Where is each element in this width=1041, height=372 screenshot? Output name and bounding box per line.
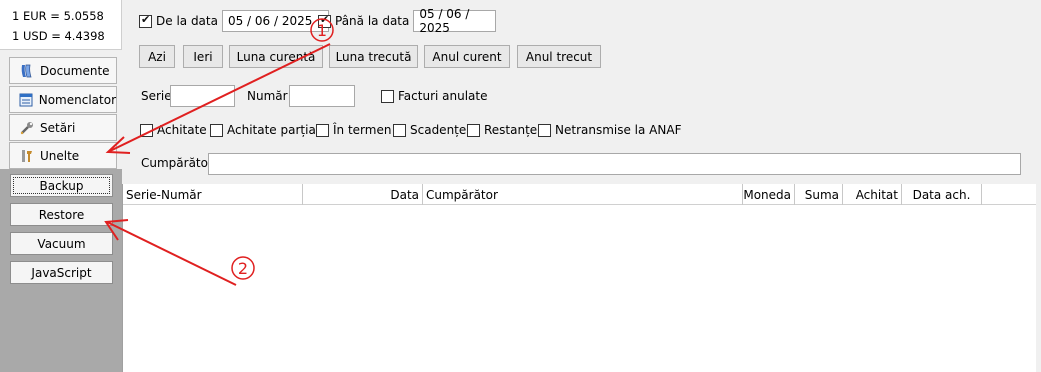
status-partial: Achitate parțial — [210, 123, 319, 137]
anulate-label: Facturi anulate — [398, 89, 488, 103]
table-header: Serie-Număr Data Cumpărător Moneda Suma … — [123, 184, 1037, 205]
eur-rate: 1 EUR = 5.0558 — [12, 9, 104, 23]
sidebar-item-label: Nomenclator — [38, 92, 116, 107]
buyer-label: Cumpărător — [141, 156, 213, 170]
partial-label: Achitate parțial — [227, 123, 320, 137]
backup-button[interactable]: Backup — [10, 174, 113, 197]
col-data-ach[interactable]: Data ach. — [902, 184, 982, 205]
termen-checkbox[interactable] — [316, 123, 329, 137]
status-anaf: Netransmise la ANAF — [538, 123, 681, 137]
anaf-checkbox[interactable] — [538, 123, 551, 137]
restante-label: Restanțe — [484, 123, 538, 137]
col-serie-numar[interactable]: Serie-Număr — [123, 184, 303, 205]
javascript-button[interactable]: JavaScript — [10, 261, 113, 284]
current-month-button[interactable]: Luna curentă — [229, 45, 323, 68]
to-date-label: Până la data — [335, 14, 410, 28]
col-cumparator[interactable]: Cumpărător — [423, 184, 743, 205]
anaf-label: Netransmise la ANAF — [555, 123, 682, 137]
today-button[interactable]: Azi — [139, 45, 175, 68]
last-month-button[interactable]: Luna trecută — [329, 45, 418, 68]
sidebar-item-nomenclator[interactable]: Nomenclator — [9, 86, 117, 113]
usd-rate: 1 USD = 4.4398 — [12, 29, 105, 43]
from-date-group: De la data 05 / 06 / 2025 — [139, 10, 329, 32]
partial-checkbox[interactable] — [210, 123, 223, 137]
anulate-group: Facturi anulate — [381, 89, 487, 103]
buyer-input[interactable] — [208, 153, 1021, 175]
restore-button[interactable]: Restore — [10, 203, 113, 226]
restante-checkbox[interactable] — [467, 123, 480, 137]
achitate-checkbox[interactable] — [140, 123, 153, 137]
col-suma[interactable]: Suma — [795, 184, 843, 205]
to-date-group: Până la data 05 / 06 / 2025 — [318, 7, 497, 35]
to-date-checkbox[interactable] — [318, 13, 331, 28]
sidebar-item-setari[interactable]: Setări — [9, 114, 117, 141]
numar-input[interactable] — [289, 85, 355, 107]
from-date-label: De la data — [156, 14, 218, 28]
status-restante: Restanțe — [467, 123, 537, 137]
exchange-rates: 1 EUR = 5.0558 1 USD = 4.4398 — [0, 0, 122, 50]
sidebar-item-label: Setări — [40, 120, 76, 135]
tools-icon — [18, 147, 36, 165]
achitate-label: Achitate — [157, 123, 207, 137]
window-edge — [1036, 0, 1041, 372]
documents-icon — [18, 62, 36, 80]
vacuum-button[interactable]: Vacuum — [10, 232, 113, 255]
to-date-field[interactable]: 05 / 06 / 2025 — [413, 7, 497, 35]
col-moneda[interactable]: Moneda — [743, 184, 795, 205]
status-termen: În termen — [316, 123, 391, 137]
serie-input[interactable] — [170, 85, 235, 107]
main-panel: De la data 05 / 06 / 2025 Până la data 0… — [122, 0, 1041, 372]
anulate-checkbox[interactable] — [381, 89, 394, 103]
sidebar-item-label: Documente — [40, 63, 110, 78]
last-year-button[interactable]: Anul trecut — [517, 45, 601, 68]
col-filler — [982, 184, 1037, 205]
sidebar-item-label: Unelte — [40, 148, 80, 163]
status-scadente: Scadențe — [393, 123, 466, 137]
yesterday-button[interactable]: Ieri — [183, 45, 223, 68]
sidebar-item-documente[interactable]: Documente — [9, 57, 117, 84]
sidebar: 1 EUR = 5.0558 1 USD = 4.4398 Documente … — [0, 0, 122, 372]
current-year-button[interactable]: Anul curent — [424, 45, 510, 68]
scadente-checkbox[interactable] — [393, 123, 406, 137]
tools-panel: Backup Restore Vacuum JavaScript — [0, 169, 122, 372]
from-date-checkbox[interactable] — [139, 13, 152, 28]
from-date-field[interactable]: 05 / 06 / 2025 — [221, 10, 329, 32]
status-achitate: Achitate — [140, 123, 207, 137]
sidebar-item-unelte[interactable]: Unelte — [9, 142, 117, 169]
invoice-table[interactable]: Serie-Număr Data Cumpărător Moneda Suma … — [122, 184, 1037, 372]
termen-label: În termen — [333, 123, 392, 137]
list-icon — [18, 91, 35, 109]
scadente-label: Scadențe — [410, 123, 467, 137]
serie-label: Serie — [141, 89, 172, 103]
filter-panel: De la data 05 / 06 / 2025 Până la data 0… — [122, 0, 1041, 184]
numar-label: Număr — [247, 89, 288, 103]
wrench-icon — [18, 119, 36, 137]
col-achitat[interactable]: Achitat — [843, 184, 902, 205]
col-data[interactable]: Data — [303, 184, 423, 205]
